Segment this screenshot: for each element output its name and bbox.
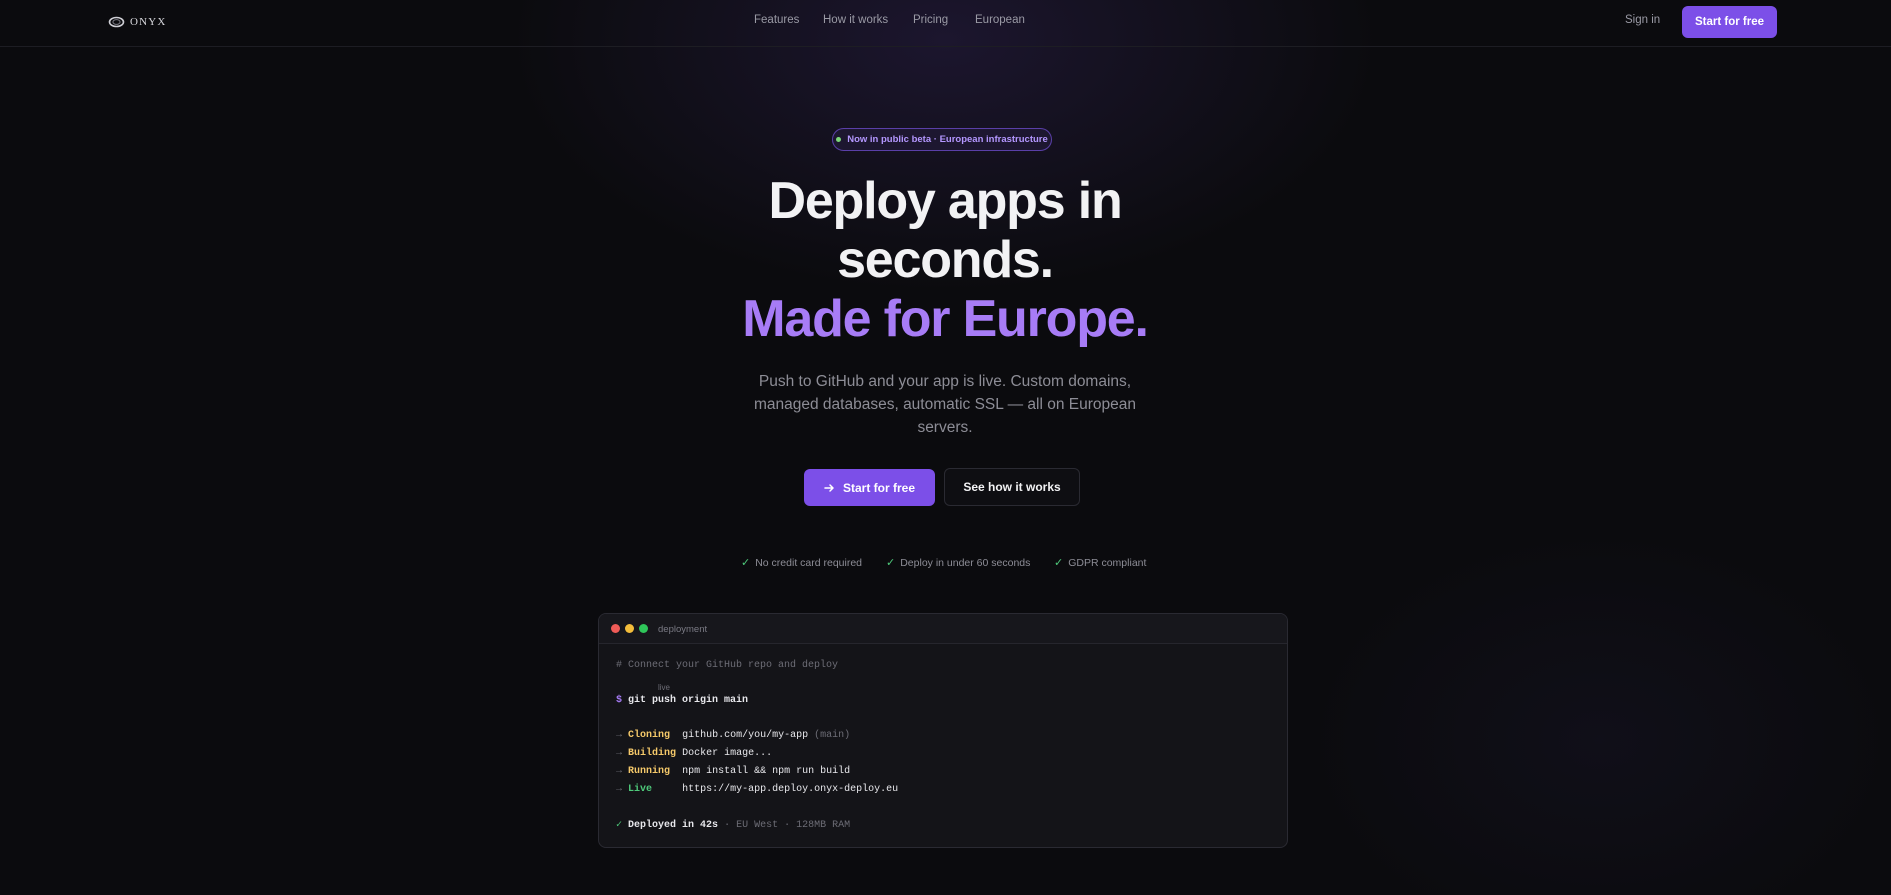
terminal-step: → Running npm install && npm run build	[616, 766, 851, 777]
done-check-icon: ✓	[616, 820, 623, 831]
start-for-free-button[interactable]: Start for free	[804, 469, 935, 506]
step-value: npm install && npm run build	[682, 766, 851, 777]
step-label: Cloning	[628, 730, 671, 741]
headline-line-2: seconds.	[837, 231, 1054, 289]
check-icon: ✓	[886, 557, 896, 569]
check-item: ✓ GDPR compliant	[1054, 556, 1147, 570]
step-label: Live	[628, 784, 653, 795]
terminal-step: → Cloning github.com/you/my-app (main)	[616, 730, 851, 741]
live-tooltip: live	[658, 683, 671, 692]
deployment-terminal: deployment live # Connect your GitHub re…	[598, 613, 1288, 848]
sign-in-link[interactable]: Sign in	[1625, 14, 1660, 26]
nav-start-for-free-button[interactable]: Start for free	[1682, 6, 1777, 38]
step-extra: (main)	[814, 730, 851, 741]
check-item: ✓ No credit card required	[741, 556, 863, 570]
check-icon: ✓	[741, 557, 751, 569]
step-label: Building	[628, 748, 677, 759]
prompt-symbol: $	[616, 695, 623, 706]
check-label: No credit card required	[755, 556, 863, 569]
terminal-step: → Building Docker image...	[616, 748, 773, 759]
terminal-command-line: $ git push origin main	[616, 695, 748, 706]
hero-subtitle: Push to GitHub and your app is live. Cus…	[753, 373, 1136, 436]
done-meta: · EU West · 128MB RAM	[724, 820, 851, 831]
top-navigation: ONYX Features How it works Pricing Europ…	[0, 0, 1891, 47]
terminal-command: git push origin main	[628, 695, 749, 706]
done-text: Deployed in 42s	[628, 820, 719, 831]
terminal-title-bar: deployment	[599, 614, 1287, 644]
nav-link-european[interactable]: European	[975, 14, 1025, 26]
headline-line-1: Deploy apps in	[768, 172, 1122, 230]
terminal-done-line: ✓ Deployed in 42s · EU West · 128MB RAM	[616, 819, 850, 831]
maximize-dot-icon	[639, 624, 648, 633]
check-label: Deploy in under 60 seconds	[900, 556, 1031, 569]
arrow-right-icon	[824, 483, 834, 492]
nav-link-features[interactable]: Features	[754, 14, 799, 26]
logo[interactable]: ONYX	[108, 13, 167, 31]
terminal-title: deployment	[658, 624, 708, 635]
step-value: Docker image...	[682, 748, 773, 759]
logo-text: ONYX	[130, 16, 167, 28]
beta-badge: Now in public beta · European infrastruc…	[832, 128, 1052, 151]
status-dot-icon	[836, 137, 842, 142]
step-value: https://my-app.deploy.onyx-deploy.eu	[682, 784, 899, 795]
check-icon: ✓	[1054, 557, 1064, 569]
beta-badge-text: Now in public beta · European infrastruc…	[847, 134, 1048, 145]
check-item: ✓ Deploy in under 60 seconds	[886, 556, 1031, 570]
close-dot-icon	[611, 624, 620, 633]
start-for-free-label: Start for free	[842, 480, 916, 495]
headline-line-3: Made for Europe.	[742, 290, 1149, 348]
step-label: Running	[628, 766, 671, 777]
nav-link-how-it-works[interactable]: How it works	[823, 14, 888, 26]
check-label: GDPR compliant	[1068, 556, 1147, 569]
onyx-ring-logo-icon	[108, 16, 125, 28]
nav-link-pricing[interactable]: Pricing	[913, 14, 948, 26]
minimize-dot-icon	[625, 624, 634, 633]
see-how-it-works-button[interactable]: See how it works	[944, 468, 1080, 506]
terminal-step: → Live https://my-app.deploy.onyx-deploy…	[616, 784, 899, 795]
step-value: github.com/you/my-app	[682, 730, 809, 741]
terminal-comment: # Connect your GitHub repo and deploy	[616, 660, 839, 671]
